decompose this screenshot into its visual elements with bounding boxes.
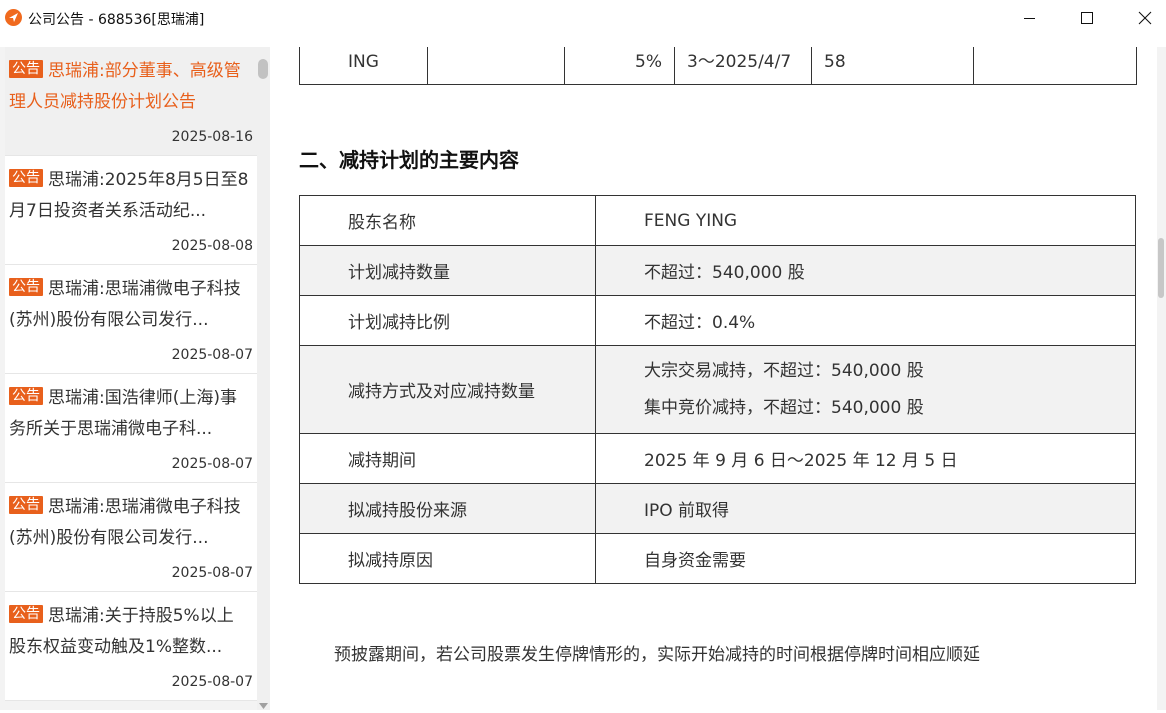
list-item-date: 2025-08-07 (171, 674, 253, 690)
list-item[interactable]: 公告 思瑞浦:关于持股5%以上股东权益变动触及1%整数... 2025-08-07 (5, 592, 257, 701)
row-label: 股东名称 (299, 195, 596, 246)
table-row: 计划减持数量 不超过：540,000 股 (299, 245, 1136, 296)
list-item-date: 2025-08-07 (171, 347, 253, 363)
list-scrollbar[interactable] (257, 47, 270, 710)
app-logo-icon (5, 9, 22, 26)
list-item-date: 2025-08-07 (171, 456, 253, 472)
content-scrollbar-thumb[interactable] (1158, 238, 1164, 298)
announcement-tag: 公告 (9, 496, 43, 514)
table-row: 减持期间 2025 年 9 月 6 日～2025 年 12 月 5 日 (299, 433, 1136, 484)
announcement-tag: 公告 (9, 387, 43, 405)
title-bar: 公司公告 - 688536[思瑞浦] (0, 0, 1166, 37)
list-item-date: 2025-08-08 (171, 238, 253, 254)
maximize-button[interactable] (1063, 0, 1109, 37)
scroll-up-arrow-icon[interactable] (259, 50, 268, 65)
row-label: 拟减持原因 (299, 533, 596, 584)
row-value: FENG YING (595, 195, 1136, 246)
table-cell: 3～2025/4/7 (674, 47, 812, 85)
announcement-list: 公告 思瑞浦:部分董事、高级管理人员减持股份计划公告 2025-08-16 公告思… (5, 47, 257, 710)
list-item-title: 公告 思瑞浦:关于持股5%以上股东权益变动触及1%整数... (9, 601, 249, 663)
list-item-title: 公告 思瑞浦:思瑞浦微电子科技(苏州)股份有限公司发行... (9, 274, 249, 336)
list-item-title: 公告 思瑞浦:部分董事、高级管理人员减持股份计划公告 (9, 56, 249, 118)
list-item-text: 思瑞浦:国浩律师(上海)事务所关于思瑞浦微电子科... (9, 388, 237, 439)
row-value: 自身资金需要 (595, 533, 1136, 584)
content-scrollbar[interactable] (1157, 47, 1166, 710)
document-content: ING 5% 3～2025/4/7 58 二、减持计划的主要内容 股东名称 FE… (280, 47, 1156, 710)
table-row: 拟减持股份来源 IPO 前取得 (299, 483, 1136, 534)
table-row: 拟减持原因 自身资金需要 (299, 533, 1136, 584)
list-item-date: 2025-08-16 (171, 129, 253, 145)
row-label: 计划减持数量 (299, 245, 596, 296)
list-item-text: 思瑞浦:2025年8月5日至8月7日投资者关系活动纪... (9, 170, 249, 221)
table-cell (973, 47, 1137, 85)
row-value: 2025 年 9 月 6 日～2025 年 12 月 5 日 (595, 433, 1136, 484)
shareholding-table: ING 5% 3～2025/4/7 58 (299, 47, 1137, 85)
row-value-line: 大宗交易减持，不超过：540,000 股 (644, 360, 924, 381)
reduction-plan-table: 股东名称 FENG YING 计划减持数量 不超过：540,000 股 计划减持… (299, 195, 1136, 584)
list-item[interactable]: 公告 思瑞浦:2025年8月5日至8月7日投资者关系活动纪... 2025-08-… (5, 156, 257, 265)
scroll-down-arrow-icon[interactable] (259, 694, 268, 709)
minimize-button[interactable] (1006, 0, 1052, 37)
announcement-tag: 公告 (9, 278, 43, 296)
announcement-tag: 公告 (9, 169, 43, 187)
row-label: 减持期间 (299, 433, 596, 484)
announcement-list-panel: 公告 思瑞浦:部分董事、高级管理人员减持股份计划公告 2025-08-16 公告思… (0, 47, 270, 710)
list-item[interactable]: 公告 思瑞浦:国浩律师(上海)事务所关于思瑞浦微电子科... 2025-08-07 (5, 374, 257, 483)
row-label: 减持方式及对应减持数量 (299, 345, 596, 434)
row-value-line: 集中竞价减持，不超过：540,000 股 (644, 397, 924, 418)
table-cell: ING (299, 47, 428, 85)
table-cell (427, 47, 565, 85)
window-title: 公司公告 - 688536[思瑞浦] (28, 12, 205, 28)
list-item-text: 思瑞浦:部分董事、高级管理人员减持股份计划公告 (9, 61, 241, 112)
table-row: 股东名称 FENG YING (299, 195, 1136, 246)
list-item-title: 公告 思瑞浦:思瑞浦微电子科技(苏州)股份有限公司发行... (9, 492, 249, 554)
section-heading: 二、减持计划的主要内容 (299, 148, 519, 172)
list-item[interactable]: 公告 思瑞浦:思瑞浦微电子科技(苏州)股份有限公司发行... 2025-08-07 (5, 265, 257, 374)
table-cell: 58 (811, 47, 974, 85)
list-item-text: 思瑞浦:思瑞浦微电子科技(苏州)股份有限公司发行... (9, 497, 241, 548)
row-label: 拟减持股份来源 (299, 483, 596, 534)
table-row: 减持方式及对应减持数量 大宗交易减持，不超过：540,000 股 集中竞价减持，… (299, 345, 1136, 434)
list-item-date: 2025-08-07 (171, 565, 253, 581)
row-value: 不超过：540,000 股 (595, 245, 1136, 296)
list-scrollbar-thumb[interactable] (258, 59, 268, 79)
row-value: 大宗交易减持，不超过：540,000 股 集中竞价减持，不超过：540,000 … (595, 345, 1136, 434)
table-row: 计划减持比例 不超过：0.4% (299, 295, 1136, 346)
list-item[interactable]: 公告 思瑞浦:思瑞浦微电子科技(苏州)股份有限公司发行... 2025-08-07 (5, 483, 257, 592)
row-value: IPO 前取得 (595, 483, 1136, 534)
announcement-tag: 公告 (9, 60, 43, 78)
note-paragraph: 预披露期间，若公司股票发生停牌情形的，实际开始减持的时间根据停牌时间相应顺延 (334, 645, 980, 665)
list-item-text: 思瑞浦:思瑞浦微电子科技(苏州)股份有限公司发行... (9, 279, 241, 330)
list-item-title: 公告 思瑞浦:2025年8月5日至8月7日投资者关系活动纪... (9, 165, 249, 227)
row-value: 不超过：0.4% (595, 295, 1136, 346)
announcement-tag: 公告 (9, 605, 43, 623)
row-label: 计划减持比例 (299, 295, 596, 346)
list-item-title: 公告 思瑞浦:国浩律师(上海)事务所关于思瑞浦微电子科... (9, 383, 249, 445)
close-button[interactable] (1120, 0, 1166, 37)
list-item[interactable]: 公告 思瑞浦:部分董事、高级管理人员减持股份计划公告 2025-08-16 (5, 47, 257, 156)
table-cell: 5% (564, 47, 675, 85)
